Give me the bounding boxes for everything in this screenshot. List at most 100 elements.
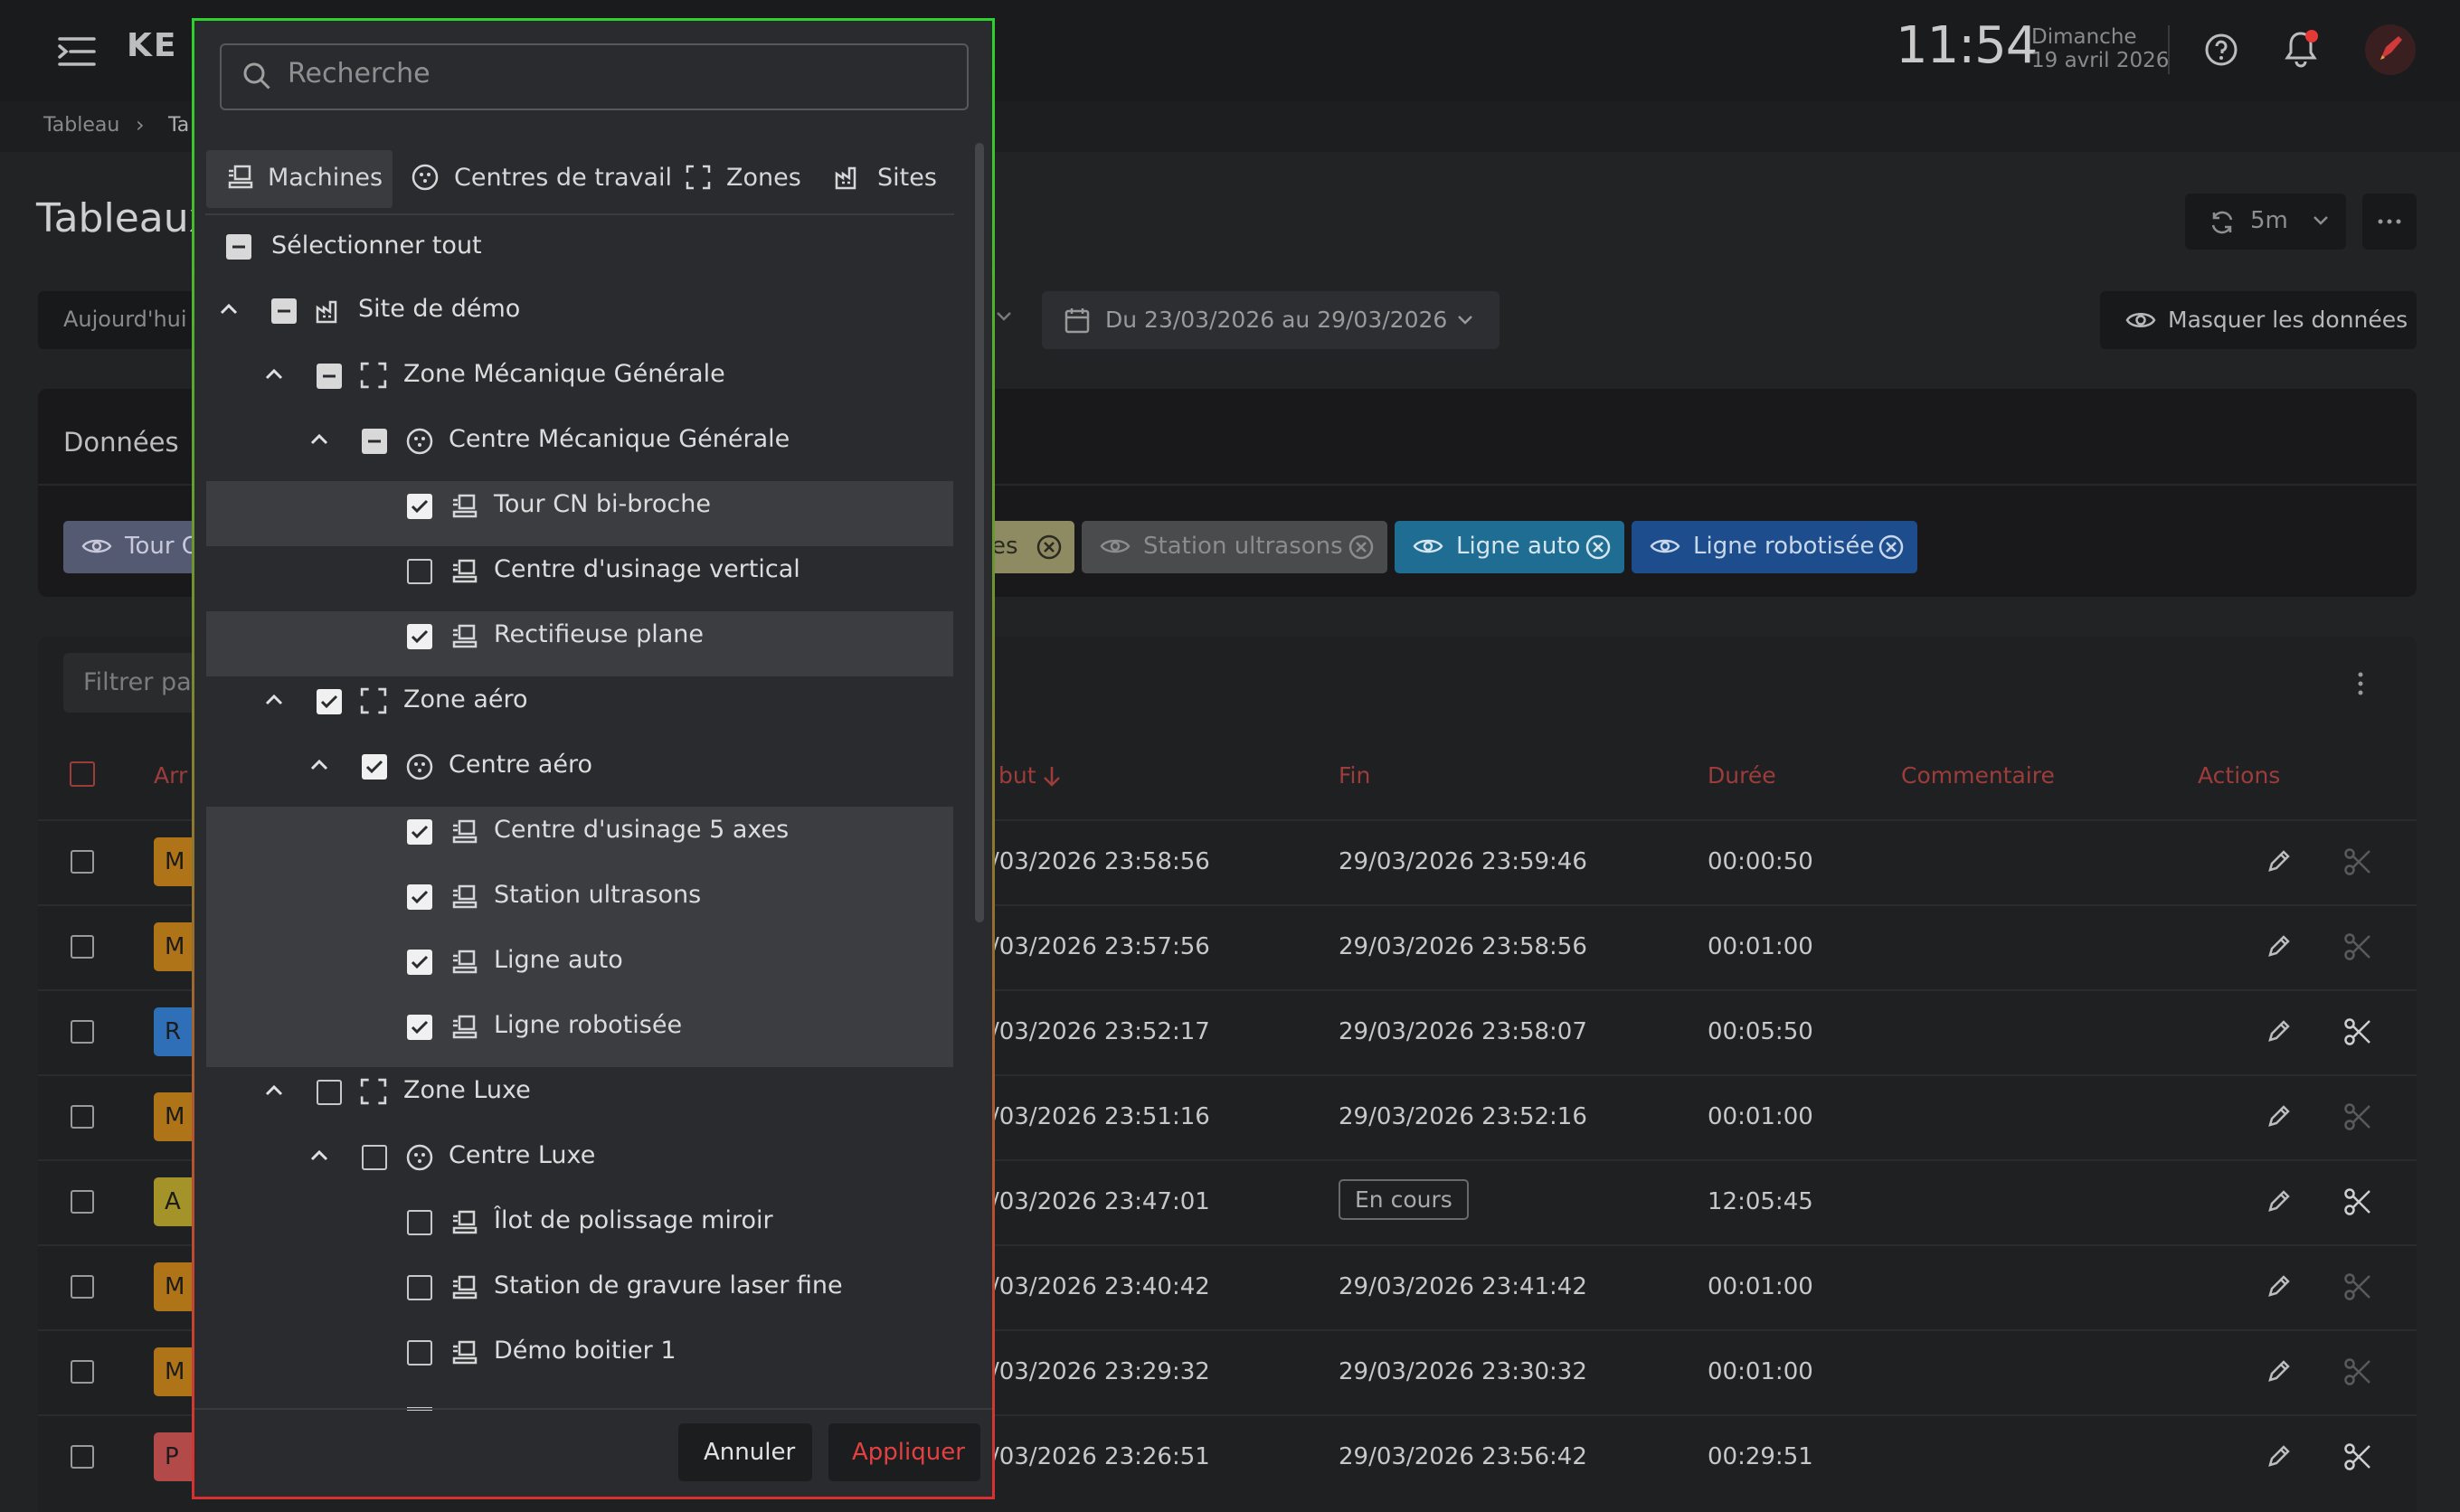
- tree-checkbox-unchecked[interactable]: [407, 559, 432, 584]
- cut-scissors-icon[interactable]: [2342, 1356, 2373, 1387]
- clock-date: 19 avril 2026: [2031, 49, 2170, 72]
- tree-row-center[interactable]: [291, 1132, 953, 1197]
- tree-label-machine: Ligne robotisée: [494, 1011, 683, 1039]
- cut-scissors-icon[interactable]: [2342, 846, 2373, 877]
- help-icon[interactable]: [2204, 33, 2238, 67]
- tree-checkbox-unchecked[interactable]: [317, 1080, 342, 1105]
- tree-checkbox-checked[interactable]: [407, 1015, 432, 1040]
- close-circle-icon[interactable]: [1878, 534, 1905, 561]
- column-header-commentaire[interactable]: Commentaire: [1901, 762, 2055, 789]
- date-range-label: Du 23/03/2026 au 29/03/2026: [1105, 307, 1448, 333]
- chevron-up-icon[interactable]: [309, 758, 329, 772]
- tree-checkbox-checked[interactable]: [407, 950, 432, 975]
- cell-debut: /03/2026 23:57:56: [991, 933, 1210, 960]
- close-circle-icon[interactable]: [1348, 534, 1375, 561]
- notifications-icon[interactable]: [2283, 29, 2319, 69]
- tree-label-zone: Zone Mécanique Générale: [403, 360, 725, 388]
- cell-fin: 29/03/2026 23:30:32: [1339, 1358, 1587, 1385]
- tree-label-machine: Îlot de polissage miroir: [494, 1206, 773, 1234]
- column-header-arret[interactable]: Arr: [154, 762, 187, 789]
- edit-pencil-icon[interactable]: [2265, 1441, 2294, 1470]
- edit-pencil-icon[interactable]: [2265, 1271, 2294, 1300]
- hide-data-label: Masquer les données: [2168, 307, 2408, 333]
- tree-checkbox-unchecked[interactable]: [407, 1210, 432, 1235]
- chevron-up-icon[interactable]: [264, 367, 284, 382]
- cell-duree: 00:01:00: [1708, 1273, 1813, 1300]
- breadcrumb-item-tableau[interactable]: Tableau: [43, 114, 119, 137]
- tree-row-zone[interactable]: [246, 1067, 953, 1132]
- cell-duree: 00:01:00: [1708, 1103, 1813, 1130]
- cell-debut: /03/2026 23:51:16: [991, 1103, 1210, 1130]
- row-checkbox[interactable]: [71, 1190, 94, 1214]
- avatar[interactable]: [2364, 24, 2417, 76]
- cut-scissors-icon[interactable]: [2342, 1441, 2373, 1472]
- select-all-checkbox[interactable]: [226, 234, 251, 260]
- tree-checkbox-unchecked[interactable]: [407, 1275, 432, 1300]
- tree-checkbox-unchecked[interactable]: [362, 1145, 387, 1170]
- tree-checkbox-checked[interactable]: [407, 624, 432, 649]
- machine-icon: [450, 948, 479, 977]
- edit-pencil-icon[interactable]: [2265, 1016, 2294, 1045]
- chevron-up-icon[interactable]: [309, 432, 329, 447]
- cut-scissors-icon[interactable]: [2342, 1101, 2373, 1132]
- tabs-divider: [205, 213, 954, 215]
- tab-centres-label: Centres de travail: [454, 164, 673, 192]
- edit-pencil-icon[interactable]: [2265, 1356, 2294, 1385]
- workcenter-icon: [405, 1143, 434, 1172]
- edit-pencil-icon[interactable]: [2265, 1186, 2294, 1215]
- tree-checkbox-checked[interactable]: [407, 494, 432, 519]
- select-all-rows-checkbox[interactable]: [70, 761, 95, 787]
- edit-pencil-icon[interactable]: [2265, 846, 2294, 875]
- tree-checkbox-checked[interactable]: [407, 819, 432, 845]
- tree-checkbox-checked[interactable]: [317, 689, 342, 714]
- clock-time: 11:54: [1896, 16, 2038, 75]
- tree-checkbox-indeterminate[interactable]: [271, 298, 297, 324]
- column-header-duree[interactable]: Durée: [1708, 762, 1776, 789]
- table-filter-placeholder: Filtrer pa: [83, 668, 192, 696]
- select-all-label[interactable]: Sélectionner tout: [271, 232, 482, 260]
- dropdown-scrollbar-thumb[interactable]: [975, 143, 984, 922]
- row-checkbox[interactable]: [71, 850, 94, 874]
- tree-checkbox-indeterminate[interactable]: [362, 429, 387, 454]
- edit-pencil-icon[interactable]: [2265, 931, 2294, 960]
- table-kebab-icon[interactable]: [2354, 667, 2367, 700]
- cut-scissors-icon[interactable]: [2342, 1271, 2373, 1302]
- chevron-up-icon[interactable]: [219, 302, 239, 317]
- breadcrumb-item-current[interactable]: Ta: [168, 114, 189, 137]
- chevron-up-icon[interactable]: [264, 1083, 284, 1098]
- chevron-up-icon[interactable]: [264, 693, 284, 707]
- cut-scissors-icon[interactable]: [2342, 1016, 2373, 1047]
- row-checkbox[interactable]: [71, 935, 94, 959]
- close-circle-icon[interactable]: [1036, 534, 1063, 561]
- cut-scissors-icon[interactable]: [2342, 931, 2373, 962]
- tree-checkbox-indeterminate[interactable]: [317, 364, 342, 389]
- edit-pencil-icon[interactable]: [2265, 1101, 2294, 1130]
- chevron-up-icon[interactable]: [309, 1148, 329, 1163]
- tree-label-center: Centre Mécanique Générale: [449, 425, 790, 453]
- sort-arrow-down-icon: [1042, 765, 1062, 789]
- eye-icon: [1100, 535, 1131, 557]
- column-header-debut[interactable]: but: [998, 762, 1036, 789]
- eye-icon: [1650, 535, 1680, 557]
- column-header-fin[interactable]: Fin: [1339, 762, 1370, 789]
- tree-row-center[interactable]: [291, 742, 953, 807]
- status-badge-letter: M: [165, 1358, 185, 1385]
- row-checkbox[interactable]: [71, 1445, 94, 1469]
- row-checkbox[interactable]: [71, 1105, 94, 1129]
- cell-fin: 29/03/2026 23:59:46: [1339, 848, 1587, 875]
- more-options-button[interactable]: [2362, 194, 2417, 250]
- tree-checkbox-checked[interactable]: [407, 884, 432, 910]
- tree-row-site[interactable]: [201, 286, 953, 351]
- row-checkbox[interactable]: [71, 1360, 94, 1384]
- status-badge-letter: A: [165, 1188, 181, 1215]
- row-checkbox[interactable]: [71, 1275, 94, 1299]
- tree-checkbox-unchecked[interactable]: [407, 1340, 432, 1366]
- menu-toggle-icon[interactable]: [56, 36, 98, 67]
- search-icon: [241, 60, 273, 92]
- row-checkbox[interactable]: [71, 1020, 94, 1044]
- close-circle-icon[interactable]: [1585, 534, 1612, 561]
- tree-row-zone[interactable]: [246, 676, 953, 742]
- cut-scissors-icon[interactable]: [2342, 1186, 2373, 1217]
- tree-checkbox-checked[interactable]: [362, 754, 387, 780]
- factory-icon: [315, 297, 344, 326]
